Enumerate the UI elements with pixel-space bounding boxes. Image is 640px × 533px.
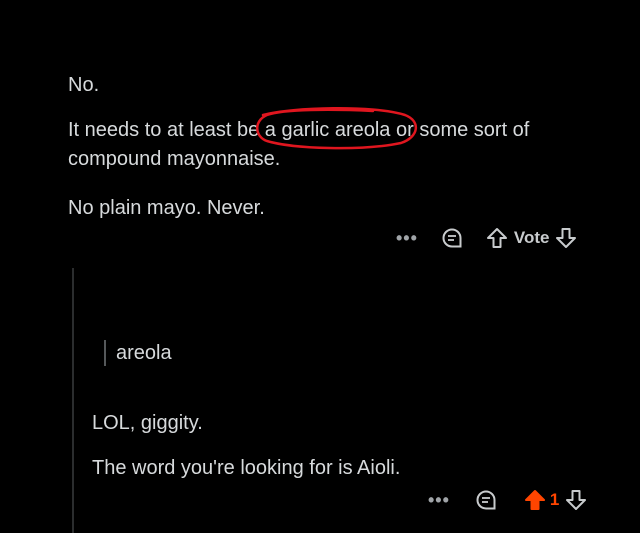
comment-actions: ••• Vote — [396, 226, 577, 250]
reply-icon — [442, 228, 462, 248]
comment-text-line: The word you're looking for is Aioli. — [92, 457, 401, 479]
upvote-button[interactable] — [486, 227, 508, 249]
quoted-text: areola — [116, 342, 172, 364]
comment-text-line: No. — [68, 74, 100, 96]
text-segment: It needs to at least be — [68, 119, 265, 141]
comment-text-line: It needs to at least be a garlic areola … — [68, 106, 530, 150]
downvote-button[interactable] — [555, 227, 577, 249]
text-segment: or some sort of — [390, 119, 530, 141]
reply-button[interactable] — [474, 488, 498, 512]
comment-actions: ••• 1 — [428, 488, 587, 512]
downvote-button[interactable] — [565, 489, 587, 511]
vote-count: 1 — [549, 490, 560, 509]
upvote-button[interactable] — [524, 489, 546, 511]
quote-bar — [104, 340, 106, 366]
downvote-icon — [566, 490, 587, 510]
vote-label: Vote — [513, 228, 550, 247]
reply-icon — [476, 490, 496, 510]
more-options-button[interactable]: ••• — [396, 228, 418, 249]
downvote-icon — [556, 228, 577, 248]
circled-phrase: a garlic areola — [255, 106, 417, 150]
upvote-icon — [486, 228, 507, 248]
text-segment: a garlic areola — [264, 119, 391, 141]
comment-text-line: compound mayonnaise. — [68, 148, 281, 170]
thread-line[interactable] — [72, 268, 74, 533]
more-options-button[interactable]: ••• — [428, 490, 450, 511]
reply-button[interactable] — [440, 226, 464, 250]
comment-text-line: No plain mayo. Never. — [68, 197, 265, 219]
upvote-icon — [524, 490, 545, 510]
comment-text-line: LOL, giggity. — [92, 412, 203, 434]
